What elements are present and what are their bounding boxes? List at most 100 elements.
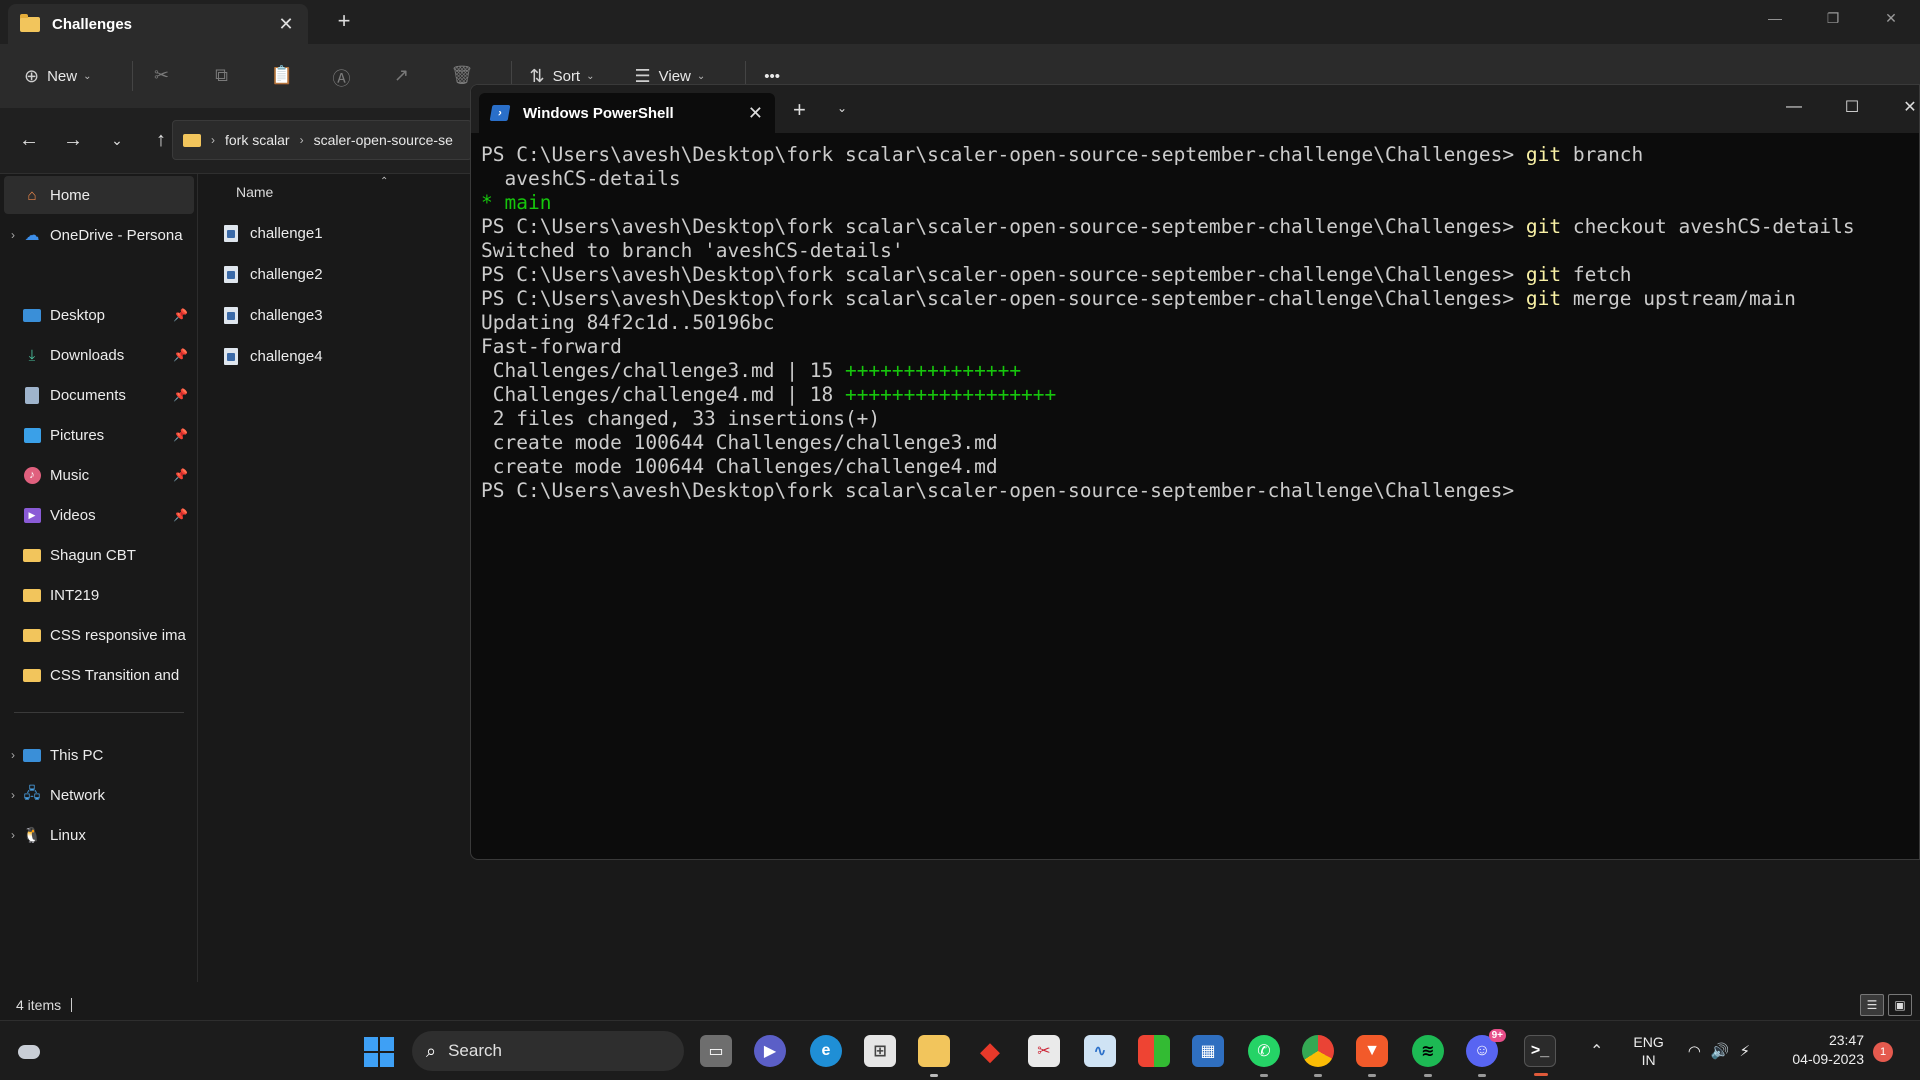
pin-icon[interactable]: 📌 — [173, 348, 188, 362]
close-window-button[interactable]: ✕ — [1881, 89, 1919, 125]
profile-dropdown-icon[interactable]: ⌄ — [837, 101, 847, 115]
terminal-line: aveshCS-details — [481, 167, 681, 190]
start-button[interactable] — [364, 1037, 394, 1067]
list-item[interactable]: challenge2 — [224, 259, 323, 289]
sidebar-item-css-transition[interactable]: CSS Transition and — [4, 656, 194, 694]
minimize-button[interactable]: — — [1765, 89, 1823, 125]
status-divider — [71, 998, 73, 1012]
calendar-app-icon[interactable]: ▦ — [1192, 1035, 1224, 1067]
sidebar-item-videos[interactable]: ▶ Videos 📌 — [4, 496, 194, 534]
discord-icon[interactable]: ☺ 9+ — [1466, 1029, 1506, 1077]
new-tab-button[interactable]: + — [330, 8, 358, 34]
share-icon[interactable]: ↗ — [391, 65, 413, 87]
chrome-icon[interactable] — [1302, 1035, 1334, 1077]
prompt: PS C:\Users\avesh\Desktop\fork scalar\sc… — [481, 143, 1515, 166]
sidebar-item-linux[interactable]: › 🐧 Linux — [4, 816, 194, 854]
pin-icon[interactable]: 📌 — [173, 308, 188, 322]
snipping-tool-icon[interactable]: ✂ — [1028, 1035, 1060, 1067]
sidebar-item-onedrive[interactable]: › ☁ OneDrive - Persona — [4, 216, 194, 254]
copy-icon[interactable]: ⧉ — [211, 65, 233, 87]
terminal-line: 2 files changed, 33 insertions(+) — [481, 407, 881, 430]
markdown-file-icon — [224, 265, 238, 283]
sidebar-item-shagun-cbt[interactable]: Shagun CBT — [4, 536, 194, 574]
name-column-header[interactable]: Name — [236, 184, 273, 200]
sidebar-item-this-pc[interactable]: › This PC — [4, 736, 194, 774]
language-indicator[interactable]: ENG IN — [1633, 1033, 1663, 1069]
sidebar-item-home[interactable]: ⌂ Home — [4, 176, 194, 214]
sidebar-item-label: Pictures — [50, 426, 105, 444]
new-button[interactable]: ⊕ New ⌄ — [24, 66, 92, 87]
terminal-tab[interactable]: › Windows PowerShell ✕ — [479, 93, 775, 133]
sidebar-item-label: CSS Transition and — [50, 666, 180, 684]
back-arrow-icon[interactable]: ← — [14, 129, 44, 152]
expand-chevron-icon[interactable]: › — [4, 828, 22, 842]
notification-badge[interactable]: 1 — [1873, 1042, 1893, 1062]
sidebar-item-pictures[interactable]: Pictures 📌 — [4, 416, 194, 454]
show-hidden-icons-icon[interactable]: ⌃ — [1590, 1041, 1603, 1061]
tiles-view-icon[interactable]: ▣ — [1888, 994, 1912, 1016]
terminal-line: create mode 100644 Challenges/challenge4… — [481, 455, 998, 478]
battery-charging-icon[interactable]: ⚡ — [1740, 1042, 1751, 1060]
breadcrumb-fork-scalar[interactable]: fork scalar — [225, 132, 290, 148]
maximize-button[interactable]: ☐ — [1823, 89, 1881, 125]
wifi-icon[interactable]: ◠ — [1688, 1042, 1701, 1060]
list-item[interactable]: challenge4 — [224, 341, 323, 371]
anydesk-icon[interactable]: ◆ — [974, 1035, 1006, 1067]
volume-icon[interactable]: 🔊 — [1711, 1042, 1730, 1060]
spotify-icon[interactable]: ≋ — [1412, 1035, 1444, 1077]
resource-monitor-icon[interactable]: ∿ — [1084, 1035, 1116, 1067]
sidebar-item-music[interactable]: ♪ Music 📌 — [4, 456, 194, 494]
pin-icon[interactable]: 📌 — [173, 388, 188, 402]
command: git — [1525, 263, 1562, 286]
expand-chevron-icon[interactable]: › — [4, 228, 22, 242]
whatsapp-icon[interactable]: ✆ — [1248, 1035, 1280, 1077]
rename-icon[interactable]: Ⓐ — [331, 65, 353, 89]
pin-icon[interactable]: 📌 — [173, 428, 188, 442]
cut-icon[interactable]: ✂ — [151, 65, 173, 87]
edge-browser-icon[interactable]: e — [810, 1035, 842, 1067]
pin-icon[interactable]: 📌 — [173, 508, 188, 522]
close-window-button[interactable]: ✕ — [1862, 0, 1920, 36]
expand-chevron-icon[interactable]: › — [4, 788, 22, 802]
explorer-tab[interactable]: Challenges ✕ — [8, 4, 308, 44]
sidebar-item-css-responsive[interactable]: CSS responsive ima — [4, 616, 194, 654]
details-view-icon[interactable]: ☰ — [1860, 994, 1884, 1016]
terminal-output[interactable]: PS C:\Users\avesh\Desktop\fork scalar\sc… — [481, 143, 1919, 503]
address-bar[interactable]: › fork scalar › scaler-open-source-se — [172, 120, 472, 160]
sidebar-item-network[interactable]: › 🖧 Network — [4, 776, 194, 814]
clock[interactable]: 23:47 04-09-2023 — [1784, 1031, 1864, 1069]
sidebar-item-desktop[interactable]: Desktop 📌 — [4, 296, 194, 334]
terminal-app-icon[interactable]: >_ — [1524, 1035, 1556, 1076]
recent-locations-icon[interactable]: ⌄ — [102, 132, 132, 149]
teams-chat-icon[interactable]: ▶ — [754, 1035, 786, 1067]
pin-icon[interactable]: 📌 — [173, 468, 188, 482]
minimize-button[interactable]: — — [1746, 0, 1804, 36]
color-grid-app-icon[interactable] — [1138, 1035, 1170, 1067]
sidebar-item-int219[interactable]: INT219 — [4, 576, 194, 614]
forward-arrow-icon[interactable]: → — [58, 129, 88, 152]
weather-widget-icon[interactable] — [14, 1039, 42, 1063]
video-icon: ▶ — [22, 506, 42, 524]
task-view-icon[interactable]: ▭ — [700, 1035, 732, 1067]
taskbar-search[interactable]: ⌕ Search — [412, 1031, 684, 1071]
more-options-button[interactable]: ••• — [764, 68, 780, 85]
close-tab-icon[interactable]: ✕ — [748, 103, 763, 124]
paste-icon[interactable]: 📋 — [271, 65, 293, 87]
restore-button[interactable]: ❐ — [1804, 0, 1862, 36]
list-item[interactable]: challenge1 — [224, 218, 323, 248]
brave-browser-icon[interactable]: ▼ — [1356, 1035, 1388, 1077]
breadcrumb-repo[interactable]: scaler-open-source-se — [314, 132, 453, 148]
sidebar-item-documents[interactable]: Documents 📌 — [4, 376, 194, 414]
linux-penguin-icon: 🐧 — [22, 827, 42, 844]
sidebar-item-downloads[interactable]: ⤓ Downloads 📌 — [4, 336, 194, 374]
terminal-line: PS C:\Users\avesh\Desktop\fork scalar\sc… — [481, 143, 1919, 167]
expand-chevron-icon[interactable]: › — [4, 748, 22, 762]
chevron-right-icon: › — [299, 133, 304, 147]
terminal-line: create mode 100644 Challenges/challenge3… — [481, 431, 998, 454]
file-explorer-icon[interactable] — [918, 1035, 950, 1077]
delete-icon[interactable]: 🗑 — [451, 65, 474, 87]
new-terminal-tab-button[interactable]: + — [793, 97, 806, 123]
list-item[interactable]: challenge3 — [224, 300, 323, 330]
microsoft-store-icon[interactable]: ⊞ — [864, 1035, 896, 1067]
close-tab-icon[interactable]: ✕ — [276, 14, 296, 35]
